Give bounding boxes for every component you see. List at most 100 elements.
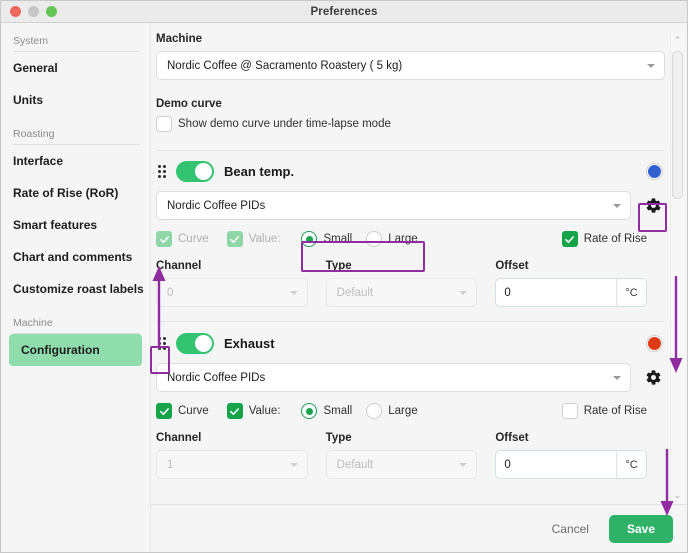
type-group-bean-temp: Type Default — [325, 260, 478, 307]
settings-gear-exhaust[interactable] — [641, 369, 665, 386]
type-select-exhaust[interactable]: Default — [325, 450, 478, 479]
chevron-down-icon — [289, 462, 298, 467]
value-label-exhaust: Value: — [248, 405, 281, 417]
device-title-exhaust: Exhaust — [224, 336, 275, 351]
device-toggle-bean-temp[interactable] — [176, 161, 214, 182]
save-button[interactable]: Save — [608, 514, 673, 543]
gear-icon — [646, 198, 660, 213]
type-value-exhaust: Default — [336, 458, 374, 471]
sidebar-group-label-machine: Machine — [13, 313, 140, 334]
scrollbar-track[interactable] — [672, 47, 683, 488]
offset-group-exhaust: Offset °C — [495, 432, 648, 479]
sidebar-item-rate-of-rise[interactable]: Rate of Rise (RoR) — [1, 177, 150, 209]
device-title-bean-temp: Bean temp. — [224, 164, 295, 179]
device-color-swatch-exhaust[interactable] — [647, 336, 662, 351]
check-icon — [159, 235, 169, 243]
dialog-footer: Cancel Save — [151, 504, 687, 552]
device-source-value-bean-temp: Nordic Coffee PIDs — [167, 199, 266, 212]
sidebar-item-chart-and-comments[interactable]: Chart and comments — [1, 241, 150, 273]
scroll-up-arrow-icon[interactable]: ⌃ — [674, 33, 682, 47]
drag-handle-exhaust[interactable] — [156, 336, 168, 351]
settings-gear-bean-temp[interactable] — [641, 197, 665, 214]
size-radio-group-bean-temp: Small Large — [301, 231, 418, 247]
sidebar-group-label-system: System — [13, 31, 140, 52]
device-card-bean-temp: Bean temp. Nordic Coffee PIDs Curve Valu… — [151, 151, 687, 307]
device-source-select-bean-temp[interactable]: Nordic Coffee PIDs — [156, 191, 631, 220]
scrollbar-thumb[interactable] — [672, 51, 683, 199]
sidebar-item-customize-roast-labels[interactable]: Customize roast labels — [1, 273, 150, 305]
offset-group-bean-temp: Offset °C — [495, 260, 648, 307]
sidebar-item-interface[interactable]: Interface — [1, 145, 150, 177]
drag-handle-bean-temp[interactable] — [156, 164, 168, 179]
offset-input-exhaust[interactable] — [496, 451, 617, 478]
chevron-down-icon — [613, 375, 621, 380]
sidebar-item-units[interactable]: Units — [1, 84, 150, 116]
machine-select-value: Nordic Coffee @ Sacramento Roastery ( 5 … — [167, 59, 403, 72]
value-checkbox-exhaust[interactable] — [226, 403, 243, 419]
chevron-down-icon — [613, 203, 621, 208]
size-radio-group-exhaust: Small Large — [301, 403, 418, 419]
machine-select[interactable]: Nordic Coffee @ Sacramento Roastery ( 5 … — [156, 51, 665, 80]
gear-icon — [646, 370, 660, 385]
channel-label-bean-temp: Channel — [156, 260, 202, 272]
device-source-value-exhaust: Nordic Coffee PIDs — [167, 371, 266, 384]
channel-value-bean-temp: 0 — [167, 286, 174, 299]
preferences-window: Preferences System General Units Roastin… — [0, 0, 688, 553]
chevron-down-icon — [459, 462, 468, 467]
chevron-down-icon — [647, 63, 655, 68]
value-label-bean-temp: Value: — [248, 233, 281, 245]
size-radio-small-exhaust[interactable] — [301, 403, 318, 419]
value-checkbox-bean-temp[interactable] — [226, 231, 243, 247]
check-icon — [159, 407, 169, 415]
rate-of-rise-checkbox-exhaust[interactable] — [561, 403, 578, 419]
device-card-exhaust: Exhaust Nordic Coffee PIDs Curve Value: … — [151, 322, 687, 479]
demo-curve-row[interactable]: Show demo curve under time-lapse mode — [156, 116, 665, 132]
type-value-bean-temp: Default — [336, 286, 374, 299]
sidebar-item-smart-features[interactable]: Smart features — [1, 209, 150, 241]
sidebar-item-configuration[interactable]: Configuration — [9, 334, 142, 366]
offset-input-bean-temp[interactable] — [496, 279, 617, 306]
curve-checkbox-exhaust[interactable] — [156, 403, 172, 419]
scroll-down-arrow-icon[interactable]: ⌄ — [674, 488, 682, 502]
curve-checkbox-bean-temp[interactable] — [156, 231, 172, 247]
device-source-select-exhaust[interactable]: Nordic Coffee PIDs — [156, 363, 631, 392]
sidebar: System General Units Roasting Interface … — [1, 23, 151, 552]
demo-curve-label: Demo curve — [156, 98, 222, 110]
sidebar-group-label-roasting: Roasting — [13, 124, 140, 145]
channel-group-exhaust: Channel 1 — [156, 432, 308, 479]
cancel-button[interactable]: Cancel — [546, 516, 595, 542]
chevron-down-icon — [289, 290, 298, 295]
size-radio-large-bean-temp[interactable] — [366, 231, 383, 247]
type-select-bean-temp[interactable]: Default — [325, 278, 478, 307]
size-radio-small-bean-temp[interactable] — [301, 231, 318, 247]
offset-unit-exhaust: °C — [616, 451, 647, 478]
device-toggle-exhaust[interactable] — [176, 333, 214, 354]
sidebar-item-general[interactable]: General — [1, 52, 150, 84]
size-radio-large-label-exhaust: Large — [388, 405, 418, 417]
offset-unit-bean-temp: °C — [616, 279, 647, 306]
channel-select-bean-temp[interactable]: 0 — [156, 278, 308, 307]
offset-label-exhaust: Offset — [495, 432, 529, 444]
type-label-bean-temp: Type — [325, 260, 352, 272]
configuration-scroll-area: Machine Nordic Coffee @ Sacramento Roast… — [151, 23, 687, 504]
curve-label-exhaust: Curve — [178, 405, 209, 417]
device-color-swatch-bean-temp[interactable] — [647, 164, 662, 179]
check-icon — [230, 407, 240, 415]
check-icon — [230, 235, 240, 243]
rate-of-rise-label-bean-temp: Rate of Rise — [583, 233, 647, 245]
size-radio-small-label-bean-temp: Small — [323, 233, 353, 245]
vertical-scrollbar[interactable]: ⌃ ⌄ — [670, 33, 684, 502]
machine-label: Machine — [156, 33, 203, 45]
size-radio-large-exhaust[interactable] — [366, 403, 383, 419]
channel-group-bean-temp: Channel 0 — [156, 260, 308, 307]
rate-of-rise-checkbox-bean-temp[interactable] — [561, 231, 578, 247]
rate-of-rise-label-exhaust: Rate of Rise — [583, 405, 647, 417]
type-group-exhaust: Type Default — [325, 432, 478, 479]
demo-curve-checkbox-label: Show demo curve under time-lapse mode — [178, 118, 391, 130]
check-icon — [565, 235, 575, 243]
channel-value-exhaust: 1 — [167, 458, 174, 471]
chevron-down-icon — [459, 290, 468, 295]
demo-curve-checkbox[interactable] — [156, 116, 172, 132]
main-panel: Machine Nordic Coffee @ Sacramento Roast… — [151, 23, 687, 552]
channel-select-exhaust[interactable]: 1 — [156, 450, 308, 479]
